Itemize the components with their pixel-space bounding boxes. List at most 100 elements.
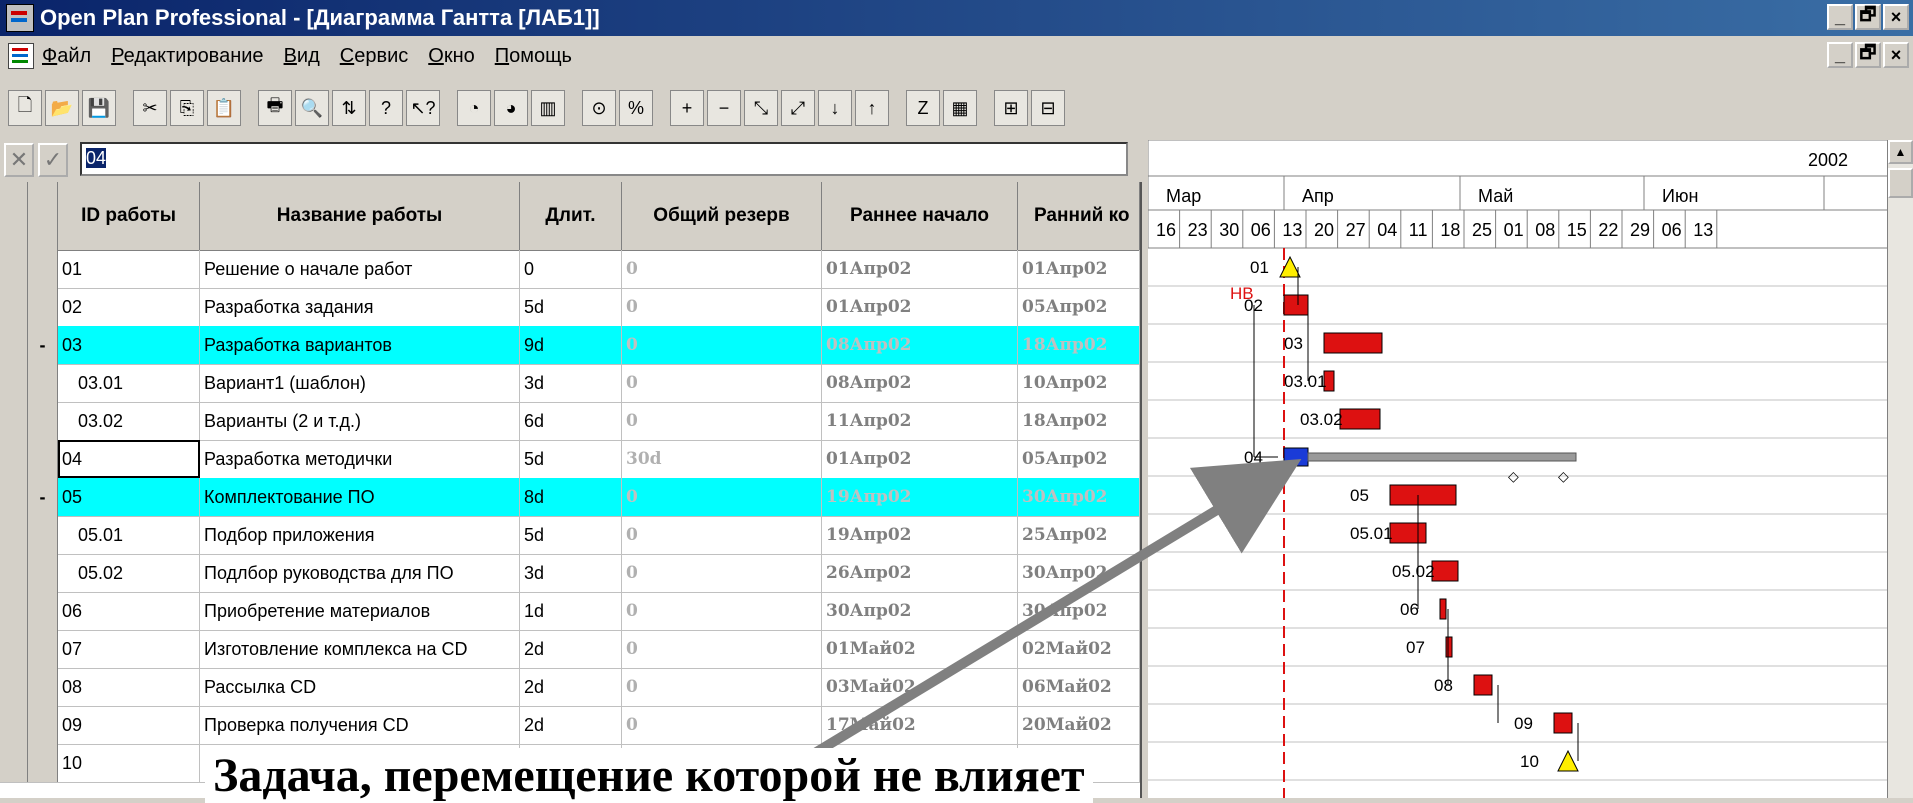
expand-toggle[interactable]	[28, 402, 58, 440]
cell-duration[interactable]: 2d	[520, 668, 622, 706]
cell-early-start[interactable]: 01Апр02	[822, 250, 1018, 288]
menu-help[interactable]: Помощь	[495, 45, 572, 68]
save-icon[interactable]: 💾	[82, 90, 116, 126]
row-button[interactable]	[0, 478, 28, 516]
cell-float[interactable]: 0	[622, 288, 822, 326]
table-row[interactable]: -03 Разработка вариантов 9d 0 08Апр02 18Апр02	[0, 326, 1140, 365]
document-icon[interactable]	[8, 43, 34, 69]
resource-icon[interactable]: ⊙	[582, 90, 616, 126]
cell-float[interactable]: 0	[622, 592, 822, 630]
cell-early-start[interactable]: 01Апр02	[822, 440, 1018, 478]
menu-service[interactable]: Сервис	[340, 45, 409, 68]
globe-icon[interactable]: ◕	[494, 90, 528, 126]
cell-early-start[interactable]: 11Апр02	[822, 402, 1018, 440]
table-row[interactable]: 04 Разработка методички 5d 30d 01Апр02 05Апр0…	[0, 440, 1140, 479]
menu-file[interactable]: Файл	[42, 45, 91, 68]
cell-float[interactable]: 0	[622, 478, 822, 516]
cell-early-finish[interactable]: 30Апр02	[1018, 592, 1140, 630]
cell-float[interactable]: 0	[622, 326, 822, 364]
expand-toggle[interactable]	[28, 744, 58, 782]
cell-early-finish[interactable]: 01Апр02	[1018, 250, 1140, 288]
open-icon[interactable]: 📂	[45, 90, 79, 126]
copy-icon[interactable]: ⎘	[170, 90, 204, 126]
zoom-in-icon[interactable]: ⊞	[994, 90, 1028, 126]
row-button[interactable]	[0, 668, 28, 706]
context-help-icon[interactable]: ↖?	[406, 90, 440, 126]
cell-duration[interactable]: 3d	[520, 554, 622, 592]
cell-id[interactable]: 10	[58, 744, 200, 782]
cell-early-finish[interactable]: 05Апр02	[1018, 440, 1140, 478]
cell-early-start[interactable]: 01Апр02	[822, 288, 1018, 326]
maximize-button[interactable]: 🗗	[1855, 4, 1881, 30]
cell-id[interactable]: 05.02	[58, 554, 200, 592]
row-button[interactable]	[0, 326, 28, 364]
row-button[interactable]	[0, 402, 28, 440]
cell-early-finish[interactable]: 18Апр02	[1018, 402, 1140, 440]
table-row[interactable]: 05.02 Подлбор руководства для ПО 3d 0 26Апр0…	[0, 554, 1140, 593]
cell-early-start[interactable]: 26Апр02	[822, 554, 1018, 592]
cell-float[interactable]: 30d	[622, 440, 822, 478]
cell-name[interactable]: Варианты (2 и т.д.)	[200, 402, 520, 440]
app-icon[interactable]	[6, 4, 34, 32]
cut-icon[interactable]: ✂	[133, 90, 167, 126]
cell-float[interactable]: 0	[622, 250, 822, 288]
cell-id[interactable]: 07	[58, 630, 200, 668]
row-button[interactable]	[0, 516, 28, 554]
cell-name[interactable]: Разработка методички	[200, 440, 520, 478]
cell-name[interactable]: Изготовление комплекса на CD	[200, 630, 520, 668]
cell-early-finish[interactable]: 30Апр02	[1018, 478, 1140, 516]
down-icon[interactable]: ↓	[818, 90, 852, 126]
preview-icon[interactable]: 🔍	[295, 90, 329, 126]
z-sort-icon[interactable]: Z	[906, 90, 940, 126]
cell-early-start[interactable]: 08Апр02	[822, 364, 1018, 402]
row-button[interactable]	[0, 288, 28, 326]
cell-float[interactable]: 0	[622, 630, 822, 668]
zoom-out-icon[interactable]: ⊟	[1031, 90, 1065, 126]
cell-duration[interactable]: 2d	[520, 706, 622, 744]
menu-edit[interactable]: Редактирование	[111, 45, 263, 68]
expand-toggle[interactable]: -	[28, 478, 58, 516]
table-row[interactable]: 07 Изготовление комплекса на CD 2d 0 01Май02…	[0, 630, 1140, 669]
paste-icon[interactable]: 📋	[207, 90, 241, 126]
close-button[interactable]: ×	[1883, 4, 1909, 30]
expand-toggle[interactable]	[28, 250, 58, 288]
expand-toggle[interactable]	[28, 706, 58, 744]
cell-id[interactable]: 02	[58, 288, 200, 326]
cell-id[interactable]: 05.01	[58, 516, 200, 554]
table-row[interactable]: -05 Комплектование ПО 8d 0 19Апр02 30Апр02	[0, 478, 1140, 517]
expand-toggle[interactable]	[28, 630, 58, 668]
cell-duration[interactable]: 2d	[520, 630, 622, 668]
expand-toggle[interactable]: -	[28, 326, 58, 364]
cell-id[interactable]: 06	[58, 592, 200, 630]
doc-restore-button[interactable]: 🗗	[1855, 42, 1881, 68]
cell-float[interactable]: 0	[622, 364, 822, 402]
cell-early-start[interactable]: 01Май02	[822, 630, 1018, 668]
row-button[interactable]	[0, 630, 28, 668]
cell-early-finish[interactable]: 05Апр02	[1018, 288, 1140, 326]
cell-duration[interactable]: 5d	[520, 516, 622, 554]
table-row[interactable]: 05.01 Подбор приложения 5d 0 19Апр02 25Апр02	[0, 516, 1140, 555]
cell-id[interactable]: 01	[58, 250, 200, 288]
cell-early-finish[interactable]: 20Май02	[1018, 706, 1140, 744]
expand-toggle[interactable]	[28, 516, 58, 554]
help-icon[interactable]: ?	[369, 90, 403, 126]
accept-edit-button[interactable]: ✓	[38, 143, 68, 177]
expand-toggle[interactable]	[28, 668, 58, 706]
percent-icon[interactable]: %	[619, 90, 653, 126]
cancel-edit-button[interactable]: ✕	[4, 143, 34, 177]
cell-early-finish[interactable]: 25Апр02	[1018, 516, 1140, 554]
remove-icon[interactable]: −	[707, 90, 741, 126]
cell-early-start[interactable]: 03Май02	[822, 668, 1018, 706]
table-row[interactable]: 03.01 Вариант1 (шаблон) 3d 0 08Апр02 10Апр02	[0, 364, 1140, 403]
row-button[interactable]	[0, 744, 28, 782]
cell-id[interactable]: 05	[58, 478, 200, 516]
chart-icon[interactable]: ▥	[531, 90, 565, 126]
cell-float[interactable]: 0	[622, 516, 822, 554]
cell-duration[interactable]: 1d	[520, 592, 622, 630]
expand-toggle[interactable]	[28, 592, 58, 630]
edit-input[interactable]: 04	[80, 142, 1128, 176]
cell-duration[interactable]: 6d	[520, 402, 622, 440]
minimize-button[interactable]: _	[1827, 4, 1853, 30]
doc-minimize-button[interactable]: _	[1827, 42, 1853, 68]
row-button[interactable]	[0, 250, 28, 288]
